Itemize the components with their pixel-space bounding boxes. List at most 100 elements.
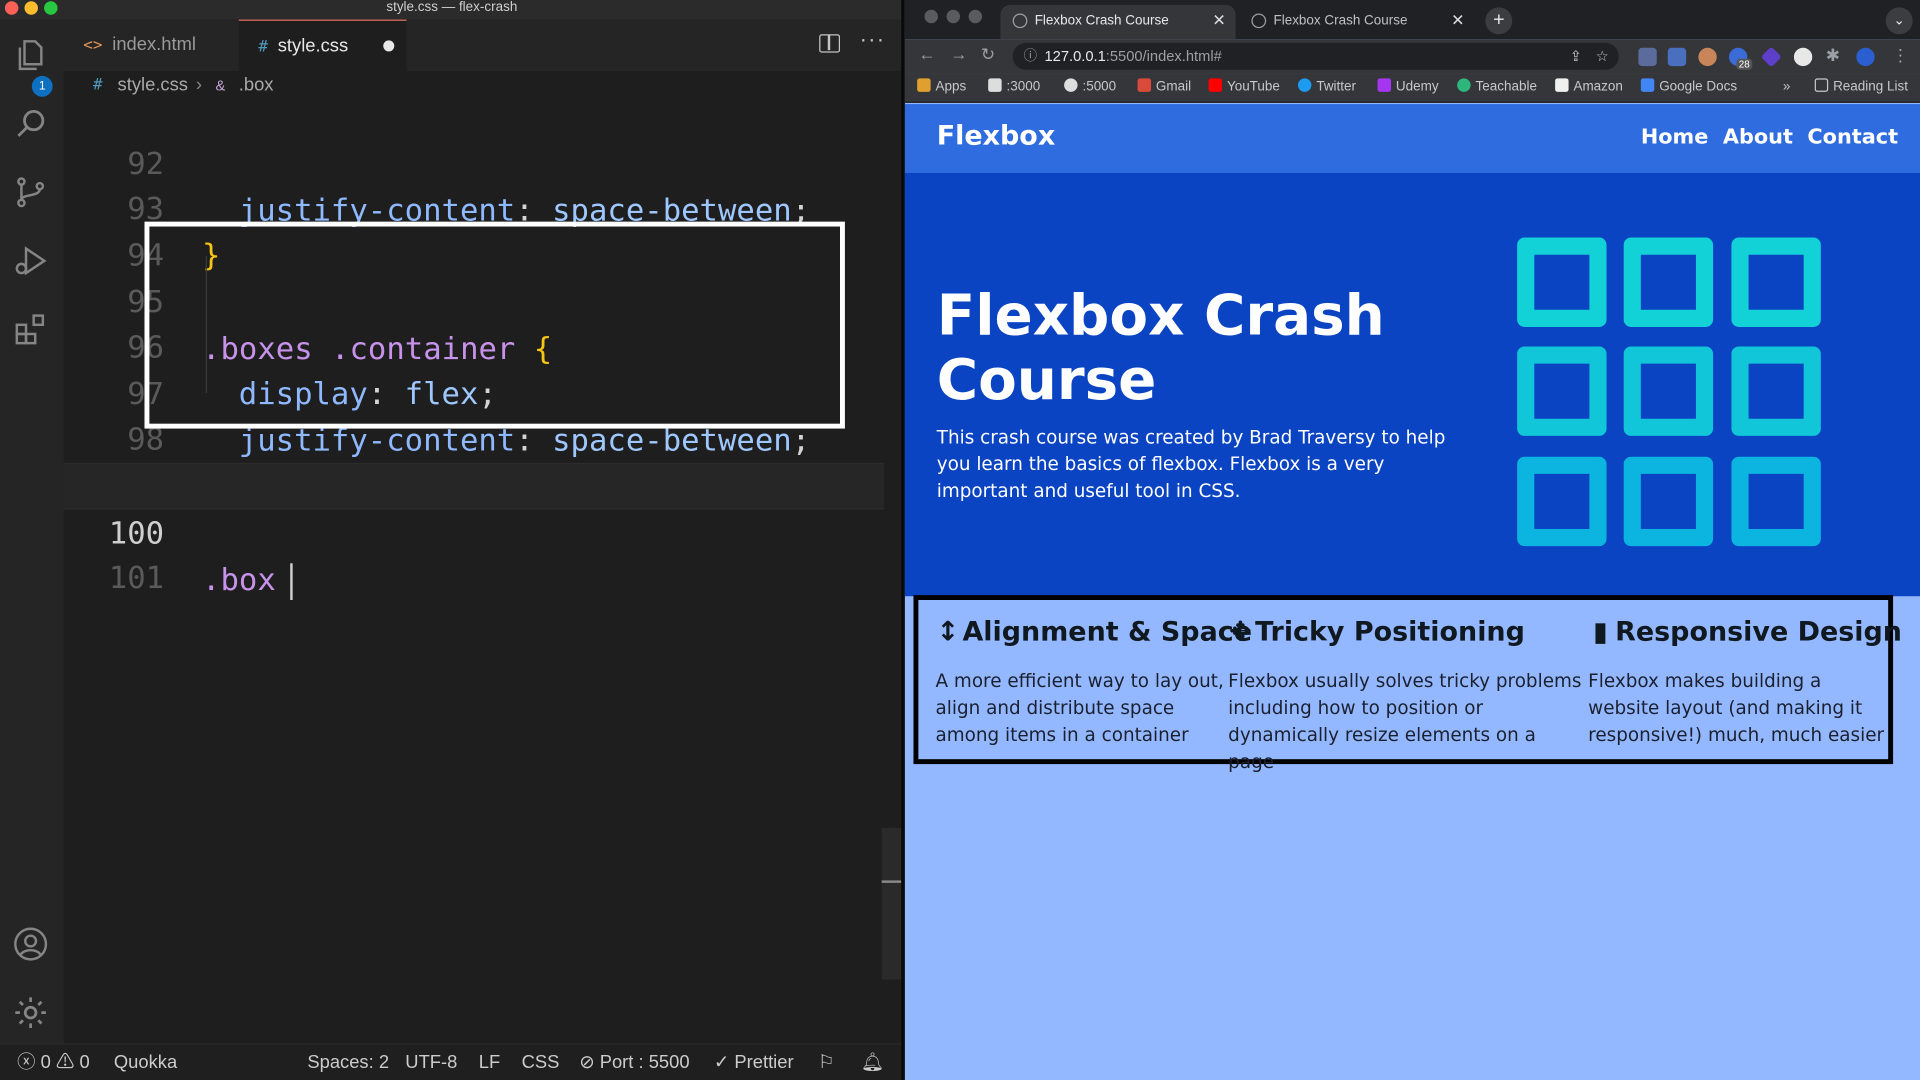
extension-icon[interactable] xyxy=(1638,47,1657,67)
explorer-icon[interactable] xyxy=(12,37,49,74)
bookmark-gmail[interactable]: Gmail xyxy=(1137,73,1191,100)
extension-badge: 28 xyxy=(1736,58,1753,70)
window-title: style.css — flex-crash xyxy=(386,0,518,15)
feature-box: ↕ Alignment & Space A more efficient way … xyxy=(935,617,1252,748)
bookmark-star-icon[interactable]: ☆ xyxy=(1596,43,1609,70)
arrows-move-icon: ✥ xyxy=(1229,617,1252,648)
address-bar[interactable]: ⓘ 127.0.0.1:5500/index.html# ⇪ ☆ xyxy=(1012,42,1619,70)
bookmark-3000[interactable]: :3000 xyxy=(988,73,1040,100)
arrows-vertical-icon: ↕ xyxy=(936,617,960,648)
no-entry-icon: ⊘ xyxy=(579,1051,595,1073)
more-actions-icon[interactable]: ··· xyxy=(860,27,886,53)
profile-avatar-icon[interactable] xyxy=(1856,47,1875,67)
react-devtools-icon[interactable] xyxy=(1667,47,1687,67)
globe-icon xyxy=(1251,13,1267,29)
browser-tab-strip: Flexbox Crash Course ✕ Flexbox Crash Cou… xyxy=(904,0,1920,40)
browser-tab-active[interactable]: Flexbox Crash Course ✕ xyxy=(1000,4,1236,40)
nav-link-home[interactable]: Home xyxy=(1641,125,1709,149)
unsaved-dot-icon[interactable] xyxy=(383,40,395,52)
code-line: 101 xyxy=(64,508,884,596)
bookmark-amazon[interactable]: Amazon xyxy=(1555,73,1623,100)
site-logo[interactable]: Flexbox xyxy=(937,121,1055,152)
bookmark-5000[interactable]: :5000 xyxy=(1064,73,1116,100)
feature-title: ↕ Alignment & Space xyxy=(936,617,1252,648)
kebab-menu-icon[interactable]: ⋮ xyxy=(1892,45,1909,66)
grid-square xyxy=(1623,456,1714,547)
language-mode[interactable]: CSS xyxy=(522,1044,560,1080)
puzzle-extensions-icon[interactable]: ✱ xyxy=(1826,45,1840,66)
info-icon[interactable]: ⓘ xyxy=(1024,43,1037,70)
eol-status[interactable]: LF xyxy=(479,1044,500,1080)
bookmark-youtube[interactable]: YouTube xyxy=(1208,73,1280,100)
google-docs-icon xyxy=(1640,78,1655,92)
more-bookmarks-icon[interactable]: » xyxy=(1783,73,1791,100)
indentation-status[interactable]: Spaces: 2 xyxy=(307,1044,389,1080)
feature-text: Flexbox makes building a website layout … xyxy=(1588,669,1885,746)
grid-square xyxy=(1517,346,1607,436)
settings-gear-icon[interactable] xyxy=(12,994,49,1031)
code-editor[interactable]: 92 justify-content: space-between; 93 } … xyxy=(63,100,904,1044)
quokka-status[interactable]: Quokka xyxy=(114,1044,177,1080)
close-window-button[interactable] xyxy=(924,9,938,24)
code-text: .box xyxy=(202,557,293,604)
close-tab-icon[interactable]: ✕ xyxy=(1212,5,1225,37)
minimize-window-button[interactable] xyxy=(946,9,961,24)
hero-description: This crash course was created by Brad Tr… xyxy=(936,426,1446,503)
source-control-icon[interactable] xyxy=(12,174,49,211)
live-server-port[interactable]: ⊘ Port : 5500 xyxy=(579,1044,689,1080)
code-line-current: 100 .box xyxy=(63,462,885,601)
back-arrow-icon[interactable]: ← xyxy=(918,44,935,64)
extension-icon[interactable] xyxy=(1760,46,1782,68)
twitter-icon xyxy=(1297,78,1312,92)
globe-icon xyxy=(1012,13,1028,29)
zoom-window-button[interactable] xyxy=(44,1,58,15)
site-icon xyxy=(988,78,1002,92)
zoom-window-button[interactable] xyxy=(968,9,983,24)
udemy-icon xyxy=(1377,78,1392,92)
prettier-status[interactable]: ✓ Prettier xyxy=(714,1044,794,1080)
amazon-icon xyxy=(1555,78,1569,92)
status-bar: ⓧ 0 ⚠ 0 Quokka Spaces: 2 UTF-8 LF CSS ⊘ … xyxy=(0,1043,904,1080)
forward-arrow-icon[interactable]: → xyxy=(950,44,967,64)
reading-list[interactable]: Reading List xyxy=(1814,73,1908,100)
bookmark-twitter[interactable]: Twitter xyxy=(1297,73,1356,100)
account-icon[interactable] xyxy=(12,926,49,963)
gmail-icon xyxy=(1137,78,1152,92)
bookmark-apps[interactable]: Apps xyxy=(917,73,966,100)
youtube-icon xyxy=(1208,78,1223,92)
bookmark-udemy[interactable]: Udemy xyxy=(1377,73,1439,100)
text-cursor xyxy=(290,563,293,601)
tab-search-chevron-icon[interactable]: ⌄ xyxy=(1885,7,1913,35)
tab-index-html[interactable]: <> index.html xyxy=(83,20,236,71)
close-window-button[interactable] xyxy=(4,1,19,15)
run-debug-icon[interactable] xyxy=(12,242,49,279)
bookmark-teachable[interactable]: Teachable xyxy=(1457,73,1537,100)
grid-square xyxy=(1623,346,1714,436)
encoding-status[interactable]: UTF-8 xyxy=(405,1044,457,1080)
notifications-bell-icon[interactable]: 🔔︎ xyxy=(861,1044,884,1080)
search-icon[interactable] xyxy=(12,105,49,142)
grid-square xyxy=(1517,237,1607,327)
new-tab-button[interactable]: + xyxy=(1485,7,1513,35)
scrollbar[interactable] xyxy=(881,827,902,980)
minimize-window-button[interactable] xyxy=(24,1,38,15)
site-icon xyxy=(1064,78,1078,92)
share-icon[interactable]: ⇪ xyxy=(1570,43,1582,70)
problems-indicator[interactable]: ⓧ 0 ⚠ 0 xyxy=(17,1044,90,1080)
feature-text: A more efficient way to lay out, align a… xyxy=(935,669,1224,746)
reload-icon[interactable]: ↻ xyxy=(981,44,995,65)
split-editor-icon[interactable] xyxy=(819,34,841,53)
tab-style-css[interactable]: # style.css xyxy=(238,19,407,72)
nav-link-contact[interactable]: Contact xyxy=(1807,125,1898,149)
nav-link-about[interactable]: About xyxy=(1723,125,1793,149)
site-navbar: Flexbox Home About Contact xyxy=(904,104,1920,173)
extension-icon[interactable] xyxy=(1793,47,1813,67)
browser-tab[interactable]: Flexbox Crash Course ✕ xyxy=(1239,5,1474,39)
close-tab-icon[interactable]: ✕ xyxy=(1451,5,1464,37)
tab-label: style.css xyxy=(277,35,349,57)
extensions-icon[interactable] xyxy=(12,311,49,348)
extension-icon[interactable] xyxy=(1698,47,1717,67)
feedback-icon[interactable]: ⚐ xyxy=(818,1044,834,1080)
tab-label: index.html xyxy=(112,34,196,56)
bookmark-google-docs[interactable]: Google Docs xyxy=(1640,73,1737,100)
